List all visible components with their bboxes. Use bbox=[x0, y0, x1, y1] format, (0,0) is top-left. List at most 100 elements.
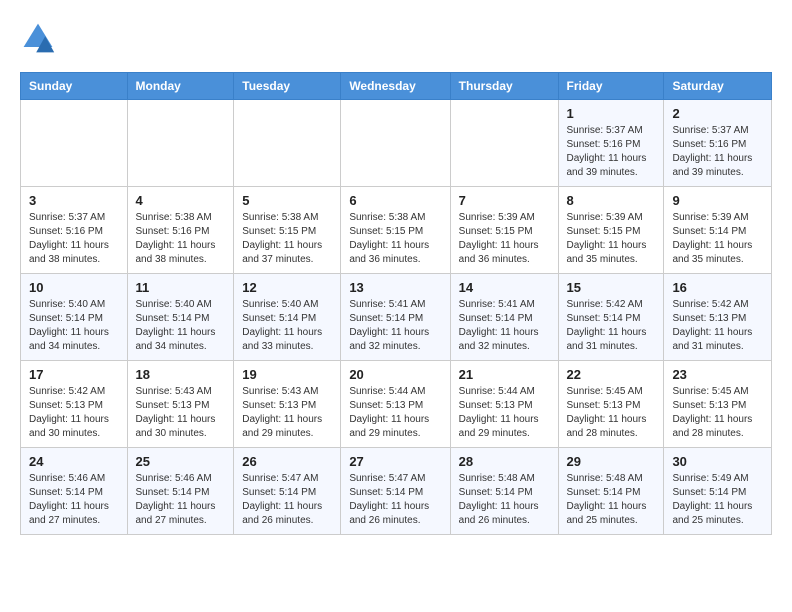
day-info: Sunrise: 5:39 AM Sunset: 5:14 PM Dayligh… bbox=[672, 211, 763, 267]
header-day-tuesday: Tuesday bbox=[234, 73, 341, 100]
day-info: Sunrise: 5:48 AM Sunset: 5:14 PM Dayligh… bbox=[567, 472, 656, 528]
day-info: Sunrise: 5:39 AM Sunset: 5:15 PM Dayligh… bbox=[567, 211, 656, 267]
day-info: Sunrise: 5:37 AM Sunset: 5:16 PM Dayligh… bbox=[672, 124, 763, 180]
calendar-cell bbox=[341, 100, 450, 187]
calendar-cell: 13 Sunrise: 5:41 AM Sunset: 5:14 PM Dayli… bbox=[341, 274, 450, 361]
calendar-cell bbox=[127, 100, 234, 187]
calendar-cell: 1Sunrise: 5:37 AM Sunset: 5:16 PM Daylig… bbox=[558, 100, 664, 187]
day-number: 7 bbox=[459, 193, 550, 208]
logo-icon bbox=[20, 20, 56, 56]
day-number: 15 bbox=[567, 280, 656, 295]
day-number: 8 bbox=[567, 193, 656, 208]
day-number: 25 bbox=[136, 454, 226, 469]
calendar-cell: 18 Sunrise: 5:43 AM Sunset: 5:13 PM Dayli… bbox=[127, 361, 234, 448]
calendar-cell: 30 Sunrise: 5:49 AM Sunset: 5:14 PM Dayli… bbox=[664, 448, 772, 535]
calendar-cell: 22 Sunrise: 5:45 AM Sunset: 5:13 PM Dayli… bbox=[558, 361, 664, 448]
calendar-cell bbox=[234, 100, 341, 187]
calendar-week-1: 1Sunrise: 5:37 AM Sunset: 5:16 PM Daylig… bbox=[21, 100, 772, 187]
day-info: Sunrise: 5:40 AM Sunset: 5:14 PM Dayligh… bbox=[136, 298, 226, 354]
day-number: 5 bbox=[242, 193, 332, 208]
calendar-body: 1Sunrise: 5:37 AM Sunset: 5:16 PM Daylig… bbox=[21, 100, 772, 535]
day-info: Sunrise: 5:44 AM Sunset: 5:13 PM Dayligh… bbox=[459, 385, 550, 441]
day-info: Sunrise: 5:46 AM Sunset: 5:14 PM Dayligh… bbox=[136, 472, 226, 528]
calendar-cell: 10 Sunrise: 5:40 AM Sunset: 5:14 PM Dayli… bbox=[21, 274, 128, 361]
calendar-cell: 29 Sunrise: 5:48 AM Sunset: 5:14 PM Dayli… bbox=[558, 448, 664, 535]
day-info: Sunrise: 5:47 AM Sunset: 5:14 PM Dayligh… bbox=[349, 472, 441, 528]
calendar-cell: 7 Sunrise: 5:39 AM Sunset: 5:15 PM Daylig… bbox=[450, 187, 558, 274]
calendar-cell: 17 Sunrise: 5:42 AM Sunset: 5:13 PM Dayli… bbox=[21, 361, 128, 448]
day-number: 17 bbox=[29, 367, 119, 382]
day-number: 11 bbox=[136, 280, 226, 295]
day-info: Sunrise: 5:41 AM Sunset: 5:14 PM Dayligh… bbox=[349, 298, 441, 354]
header-day-thursday: Thursday bbox=[450, 73, 558, 100]
day-number: 27 bbox=[349, 454, 441, 469]
calendar-cell: 26 Sunrise: 5:47 AM Sunset: 5:14 PM Dayli… bbox=[234, 448, 341, 535]
day-info: Sunrise: 5:47 AM Sunset: 5:14 PM Dayligh… bbox=[242, 472, 332, 528]
day-info: Sunrise: 5:46 AM Sunset: 5:14 PM Dayligh… bbox=[29, 472, 119, 528]
calendar-cell bbox=[21, 100, 128, 187]
calendar-cell: 23Sunrise: 5:45 AM Sunset: 5:13 PM Dayli… bbox=[664, 361, 772, 448]
day-number: 18 bbox=[136, 367, 226, 382]
day-info: Sunrise: 5:49 AM Sunset: 5:14 PM Dayligh… bbox=[672, 472, 763, 528]
day-number: 24 bbox=[29, 454, 119, 469]
calendar-cell: 3 Sunrise: 5:37 AM Sunset: 5:16 PM Daylig… bbox=[21, 187, 128, 274]
day-number: 26 bbox=[242, 454, 332, 469]
day-info: Sunrise: 5:42 AM Sunset: 5:13 PM Dayligh… bbox=[672, 298, 763, 354]
day-info: Sunrise: 5:42 AM Sunset: 5:14 PM Dayligh… bbox=[567, 298, 656, 354]
calendar-week-2: 3 Sunrise: 5:37 AM Sunset: 5:16 PM Daylig… bbox=[21, 187, 772, 274]
calendar-table: SundayMondayTuesdayWednesdayThursdayFrid… bbox=[20, 72, 772, 535]
header-day-friday: Friday bbox=[558, 73, 664, 100]
header-day-sunday: Sunday bbox=[21, 73, 128, 100]
day-number: 29 bbox=[567, 454, 656, 469]
day-number: 21 bbox=[459, 367, 550, 382]
calendar-cell: 16 Sunrise: 5:42 AM Sunset: 5:13 PM Dayli… bbox=[664, 274, 772, 361]
calendar-cell: 19Sunrise: 5:43 AM Sunset: 5:13 PM Dayli… bbox=[234, 361, 341, 448]
day-number: 2 bbox=[672, 106, 763, 121]
logo bbox=[20, 20, 62, 56]
day-info: Sunrise: 5:37 AM Sunset: 5:16 PM Dayligh… bbox=[29, 211, 119, 267]
calendar-cell: 6Sunrise: 5:38 AM Sunset: 5:15 PM Daylig… bbox=[341, 187, 450, 274]
day-number: 3 bbox=[29, 193, 119, 208]
header-day-saturday: Saturday bbox=[664, 73, 772, 100]
calendar-cell: 25 Sunrise: 5:46 AM Sunset: 5:14 PM Dayli… bbox=[127, 448, 234, 535]
day-info: Sunrise: 5:45 AM Sunset: 5:13 PM Dayligh… bbox=[567, 385, 656, 441]
day-number: 10 bbox=[29, 280, 119, 295]
day-info: Sunrise: 5:44 AM Sunset: 5:13 PM Dayligh… bbox=[349, 385, 441, 441]
day-number: 20 bbox=[349, 367, 441, 382]
day-info: Sunrise: 5:42 AM Sunset: 5:13 PM Dayligh… bbox=[29, 385, 119, 441]
day-number: 13 bbox=[349, 280, 441, 295]
calendar-cell: 27 Sunrise: 5:47 AM Sunset: 5:14 PM Dayli… bbox=[341, 448, 450, 535]
day-info: Sunrise: 5:39 AM Sunset: 5:15 PM Dayligh… bbox=[459, 211, 550, 267]
header-row: SundayMondayTuesdayWednesdayThursdayFrid… bbox=[21, 73, 772, 100]
day-info: Sunrise: 5:38 AM Sunset: 5:15 PM Dayligh… bbox=[349, 211, 441, 267]
day-number: 22 bbox=[567, 367, 656, 382]
calendar-cell: 15 Sunrise: 5:42 AM Sunset: 5:14 PM Dayli… bbox=[558, 274, 664, 361]
calendar-cell: 14 Sunrise: 5:41 AM Sunset: 5:14 PM Dayli… bbox=[450, 274, 558, 361]
header-day-monday: Monday bbox=[127, 73, 234, 100]
day-info: Sunrise: 5:45 AM Sunset: 5:13 PM Dayligh… bbox=[672, 385, 763, 441]
calendar-cell: 2 Sunrise: 5:37 AM Sunset: 5:16 PM Daylig… bbox=[664, 100, 772, 187]
day-info: Sunrise: 5:38 AM Sunset: 5:15 PM Dayligh… bbox=[242, 211, 332, 267]
day-info: Sunrise: 5:43 AM Sunset: 5:13 PM Dayligh… bbox=[136, 385, 226, 441]
calendar-cell: 21 Sunrise: 5:44 AM Sunset: 5:13 PM Dayli… bbox=[450, 361, 558, 448]
day-number: 28 bbox=[459, 454, 550, 469]
day-number: 16 bbox=[672, 280, 763, 295]
day-number: 30 bbox=[672, 454, 763, 469]
calendar-cell: 20 Sunrise: 5:44 AM Sunset: 5:13 PM Dayli… bbox=[341, 361, 450, 448]
day-info: Sunrise: 5:38 AM Sunset: 5:16 PM Dayligh… bbox=[136, 211, 226, 267]
calendar-cell: 9Sunrise: 5:39 AM Sunset: 5:14 PM Daylig… bbox=[664, 187, 772, 274]
calendar-cell: 4 Sunrise: 5:38 AM Sunset: 5:16 PM Daylig… bbox=[127, 187, 234, 274]
day-info: Sunrise: 5:40 AM Sunset: 5:14 PM Dayligh… bbox=[29, 298, 119, 354]
header-day-wednesday: Wednesday bbox=[341, 73, 450, 100]
calendar-cell: 8 Sunrise: 5:39 AM Sunset: 5:15 PM Daylig… bbox=[558, 187, 664, 274]
calendar-cell: 11 Sunrise: 5:40 AM Sunset: 5:14 PM Dayli… bbox=[127, 274, 234, 361]
calendar-week-4: 17 Sunrise: 5:42 AM Sunset: 5:13 PM Dayli… bbox=[21, 361, 772, 448]
calendar-cell: 5 Sunrise: 5:38 AM Sunset: 5:15 PM Daylig… bbox=[234, 187, 341, 274]
calendar-week-3: 10 Sunrise: 5:40 AM Sunset: 5:14 PM Dayli… bbox=[21, 274, 772, 361]
day-info: Sunrise: 5:41 AM Sunset: 5:14 PM Dayligh… bbox=[459, 298, 550, 354]
calendar-week-5: 24 Sunrise: 5:46 AM Sunset: 5:14 PM Dayli… bbox=[21, 448, 772, 535]
calendar-header: SundayMondayTuesdayWednesdayThursdayFrid… bbox=[21, 73, 772, 100]
day-number: 4 bbox=[136, 193, 226, 208]
day-number: 14 bbox=[459, 280, 550, 295]
day-number: 19 bbox=[242, 367, 332, 382]
